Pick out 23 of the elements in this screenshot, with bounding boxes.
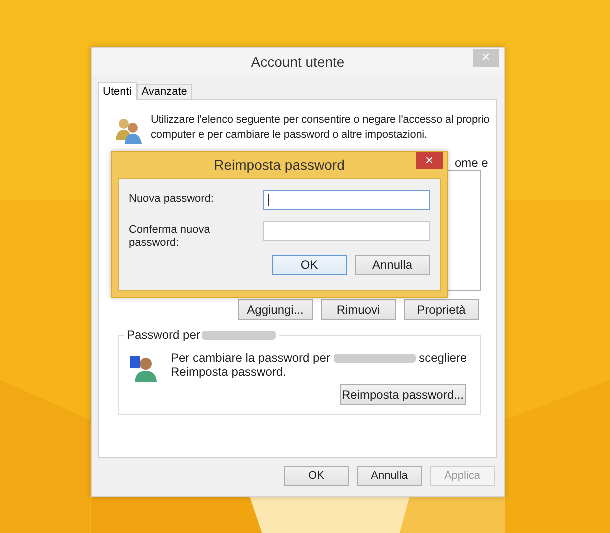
close-button[interactable]: × [416,152,443,169]
field-label: Conferma nuova password: [129,223,212,250]
window-title: Account utente [251,54,345,70]
tab[interactable]: Avanzate [136,84,192,99]
dialog-button[interactable]: OK [272,255,347,275]
intro-text: Utilizzare l'elenco seguente per consentire o negare l'accesso al proprio computer e per cambiare le password o altre impostazioni. [151,113,491,143]
group-legend: Password per [127,328,200,342]
reset-password-button[interactable]: Reimposta password... [340,384,466,405]
dialog-title: Reimposta password [214,157,345,173]
tab[interactable]: Utenti [98,82,137,100]
list-button[interactable]: Rimuovi [321,299,396,320]
password-hint: Per cambiare la password per scegliere Reimposta password. [171,351,468,381]
dialog-button[interactable]: Annulla [355,255,430,275]
covered-text: ome e [455,156,488,170]
password-field[interactable] [262,190,430,210]
users-icon [115,116,143,144]
field-label: Nuova password: [129,192,215,206]
user-monitor-icon [129,354,157,382]
list-button[interactable]: Aggiungi... [238,299,313,320]
list-button[interactable]: Proprietà [404,299,479,320]
footer-button[interactable]: OK [284,466,349,486]
password-field[interactable] [262,221,430,241]
footer-button[interactable]: Annulla [357,466,422,486]
